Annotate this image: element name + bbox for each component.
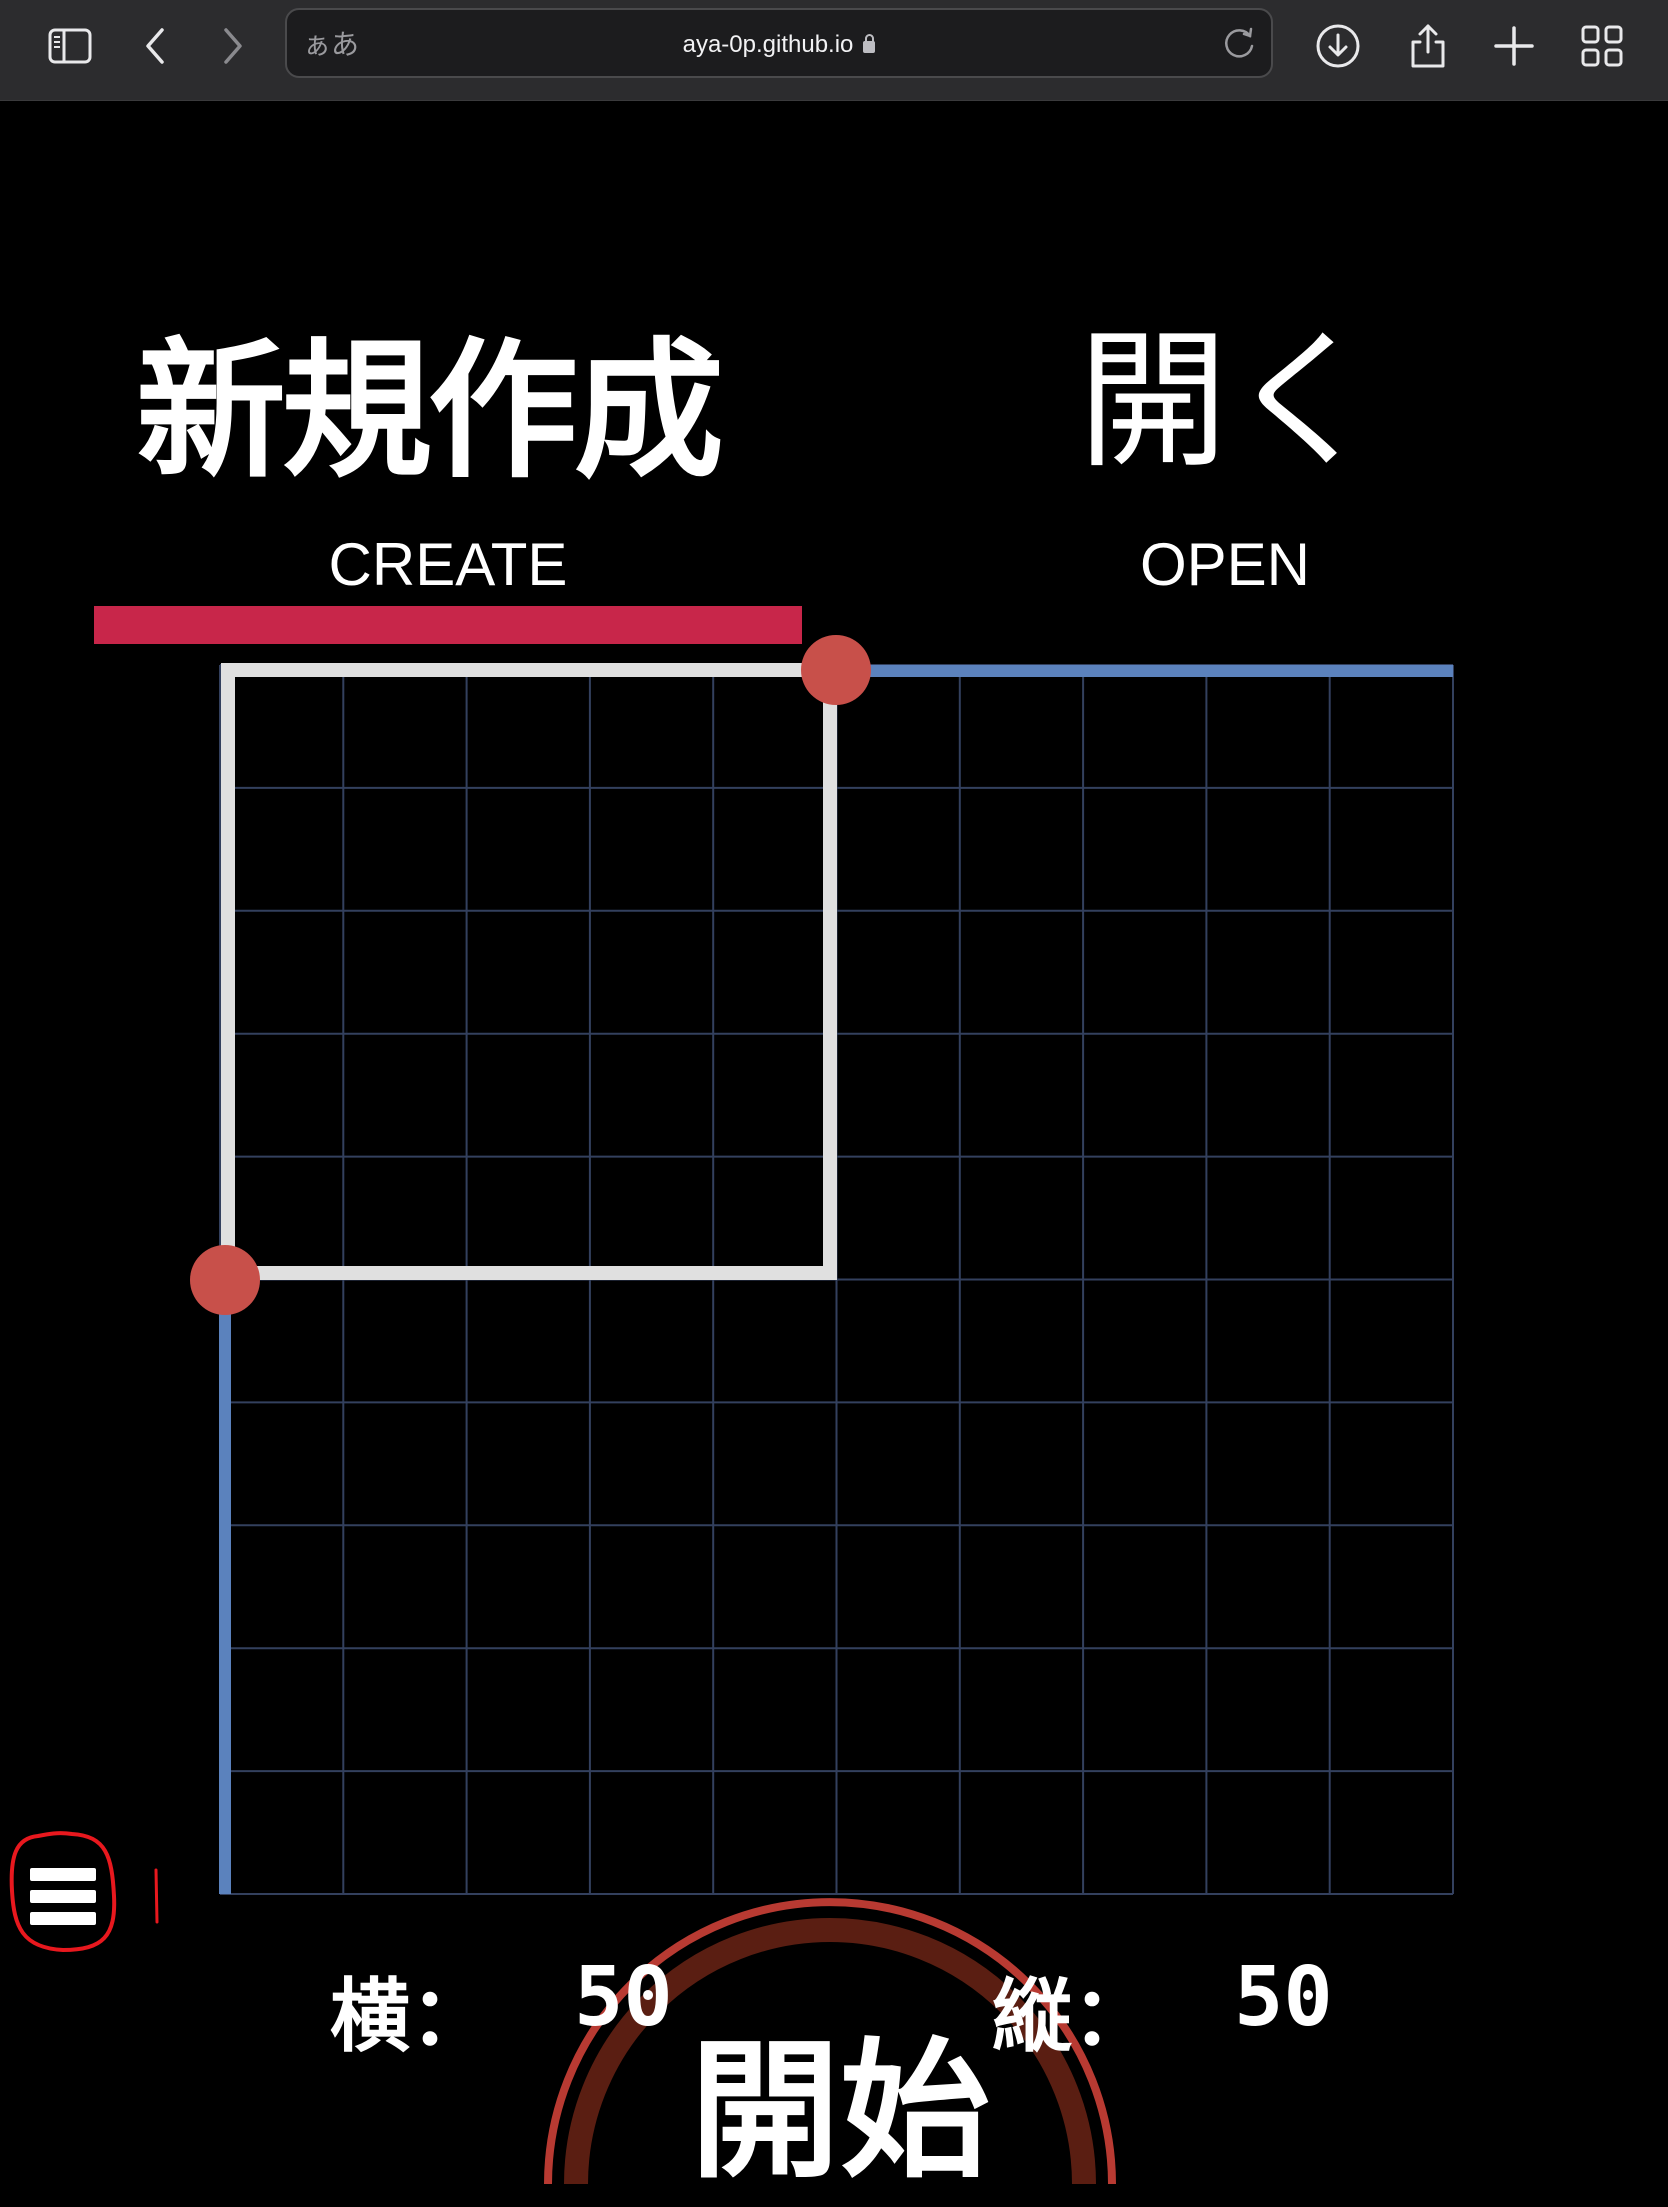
annotation-mark (154, 1868, 159, 1924)
width-value[interactable]: 50 (574, 1950, 673, 2045)
height-value[interactable]: 50 (1234, 1950, 1333, 2045)
selection-frame (221, 663, 837, 1280)
height-label: 縦： (992, 1970, 1152, 2063)
width-label: 横： (330, 1970, 490, 2063)
start-button-label[interactable]: 開始 (690, 1990, 990, 2207)
height-handle[interactable] (190, 1245, 260, 1315)
width-handle[interactable] (801, 635, 871, 705)
size-selector-grid[interactable] (0, 0, 1668, 2184)
hamburger-menu-icon[interactable] (8, 1826, 118, 1956)
